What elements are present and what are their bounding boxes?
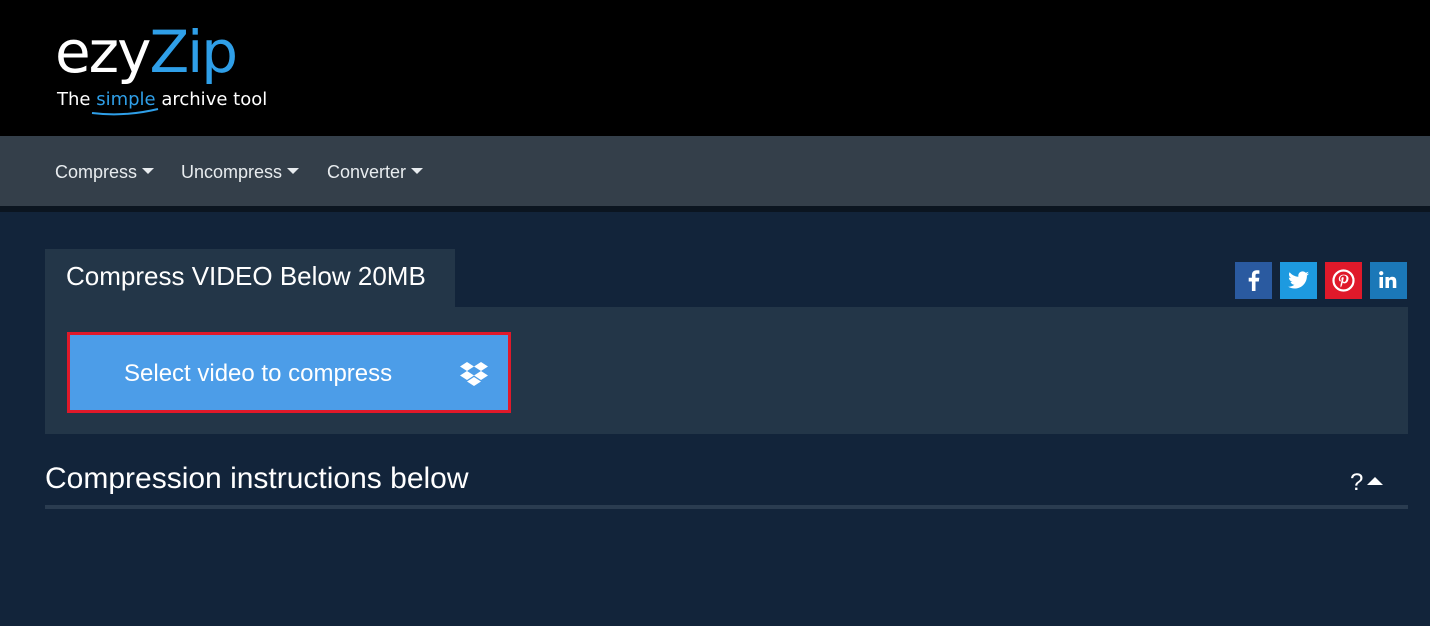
nav-converter[interactable]: Converter <box>327 160 424 184</box>
tagline-after: archive tool <box>155 89 268 110</box>
nav-uncompress-label: Uncompress <box>181 162 283 182</box>
swoosh-underline-icon <box>91 108 159 116</box>
nav-converter-label: Converter <box>327 162 407 182</box>
nav-uncompress[interactable]: Uncompress <box>181 160 300 184</box>
caret-down-icon <box>142 168 155 175</box>
logo-ezy: ezy <box>55 18 151 86</box>
site-header: ezyZip The simple archive tool <box>0 0 1430 136</box>
main-nav: Compress Uncompress Converter <box>0 136 1430 212</box>
caret-up-icon <box>1367 476 1384 485</box>
caret-down-icon <box>411 168 424 175</box>
select-video-label: Select video to compress <box>124 360 393 387</box>
twitter-share-button[interactable] <box>1280 262 1317 299</box>
ezyzip-logo[interactable]: ezyZip The simple archive tool <box>55 18 315 118</box>
select-button-highlight: Select video to compress <box>67 332 511 413</box>
twitter-icon <box>1288 271 1309 289</box>
dropbox-icon[interactable] <box>460 361 488 387</box>
pinterest-share-button[interactable] <box>1325 262 1362 299</box>
instructions-toggle[interactable]: ? <box>1350 468 1384 498</box>
facebook-share-button[interactable] <box>1235 262 1272 299</box>
card-tab: Compress VIDEO Below 20MB <box>45 249 455 307</box>
divider <box>45 505 1408 509</box>
nav-compress-label: Compress <box>55 162 138 182</box>
logo-tagline: The simple archive tool <box>57 88 267 112</box>
instructions-heading: Compression instructions below <box>45 462 469 495</box>
page-title: Compress VIDEO Below 20MB <box>66 261 426 291</box>
caret-down-icon <box>287 168 300 175</box>
help-question-mark: ? <box>1350 469 1364 496</box>
logo-wordmark: ezyZip <box>55 18 238 86</box>
nav-compress[interactable]: Compress <box>55 160 155 184</box>
logo-zip: Zip <box>149 18 238 86</box>
facebook-icon <box>1248 270 1260 291</box>
pinterest-icon <box>1332 269 1355 292</box>
select-video-button[interactable]: Select video to compress <box>74 339 504 406</box>
linkedin-icon <box>1379 271 1397 288</box>
linkedin-share-button[interactable] <box>1370 262 1407 299</box>
